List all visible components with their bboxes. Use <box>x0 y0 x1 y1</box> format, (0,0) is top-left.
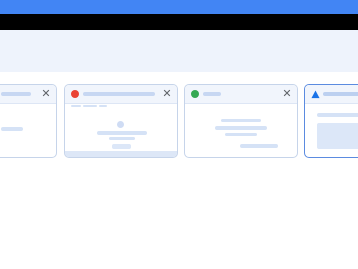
content-line <box>215 126 267 130</box>
tab-title-placeholder <box>83 92 155 96</box>
header-band <box>0 30 358 72</box>
content-line <box>1 127 23 131</box>
tab-title-placeholder <box>1 92 31 96</box>
close-icon[interactable]: ✕ <box>161 87 173 101</box>
tab-card-footer <box>65 151 177 157</box>
content-line <box>221 119 261 122</box>
content-image-placeholder <box>317 123 358 149</box>
tab-card-2[interactable]: ✕ <box>64 84 178 158</box>
content-line <box>225 133 257 136</box>
tab-card-header: ✕ <box>185 85 297 104</box>
top-accent-bar <box>0 0 358 14</box>
tab-card-3[interactable]: ✕ <box>184 84 298 158</box>
tab-card-header <box>305 85 358 104</box>
tab-card-4-selected[interactable] <box>304 84 358 158</box>
tab-card-header: ✕ <box>65 85 177 104</box>
tab-card-header: ✕ <box>0 85 56 104</box>
content-line <box>71 105 81 107</box>
content-line <box>97 131 147 135</box>
content-button-placeholder <box>112 144 131 149</box>
content-line <box>109 137 135 140</box>
window-frame-bar <box>0 14 358 30</box>
content-circle <box>117 121 124 128</box>
content-line <box>83 105 97 107</box>
close-icon[interactable]: ✕ <box>40 87 52 101</box>
content-line <box>99 105 107 107</box>
tab-title-placeholder <box>203 92 221 96</box>
red-dot-icon <box>71 90 79 98</box>
tab-title-placeholder <box>323 92 358 96</box>
green-dot-icon <box>191 90 199 98</box>
content-line <box>240 144 278 148</box>
tab-card-1[interactable]: ✕ <box>0 84 57 158</box>
content-line <box>317 113 358 117</box>
close-icon[interactable]: ✕ <box>281 87 293 101</box>
triangle-icon <box>311 90 320 99</box>
